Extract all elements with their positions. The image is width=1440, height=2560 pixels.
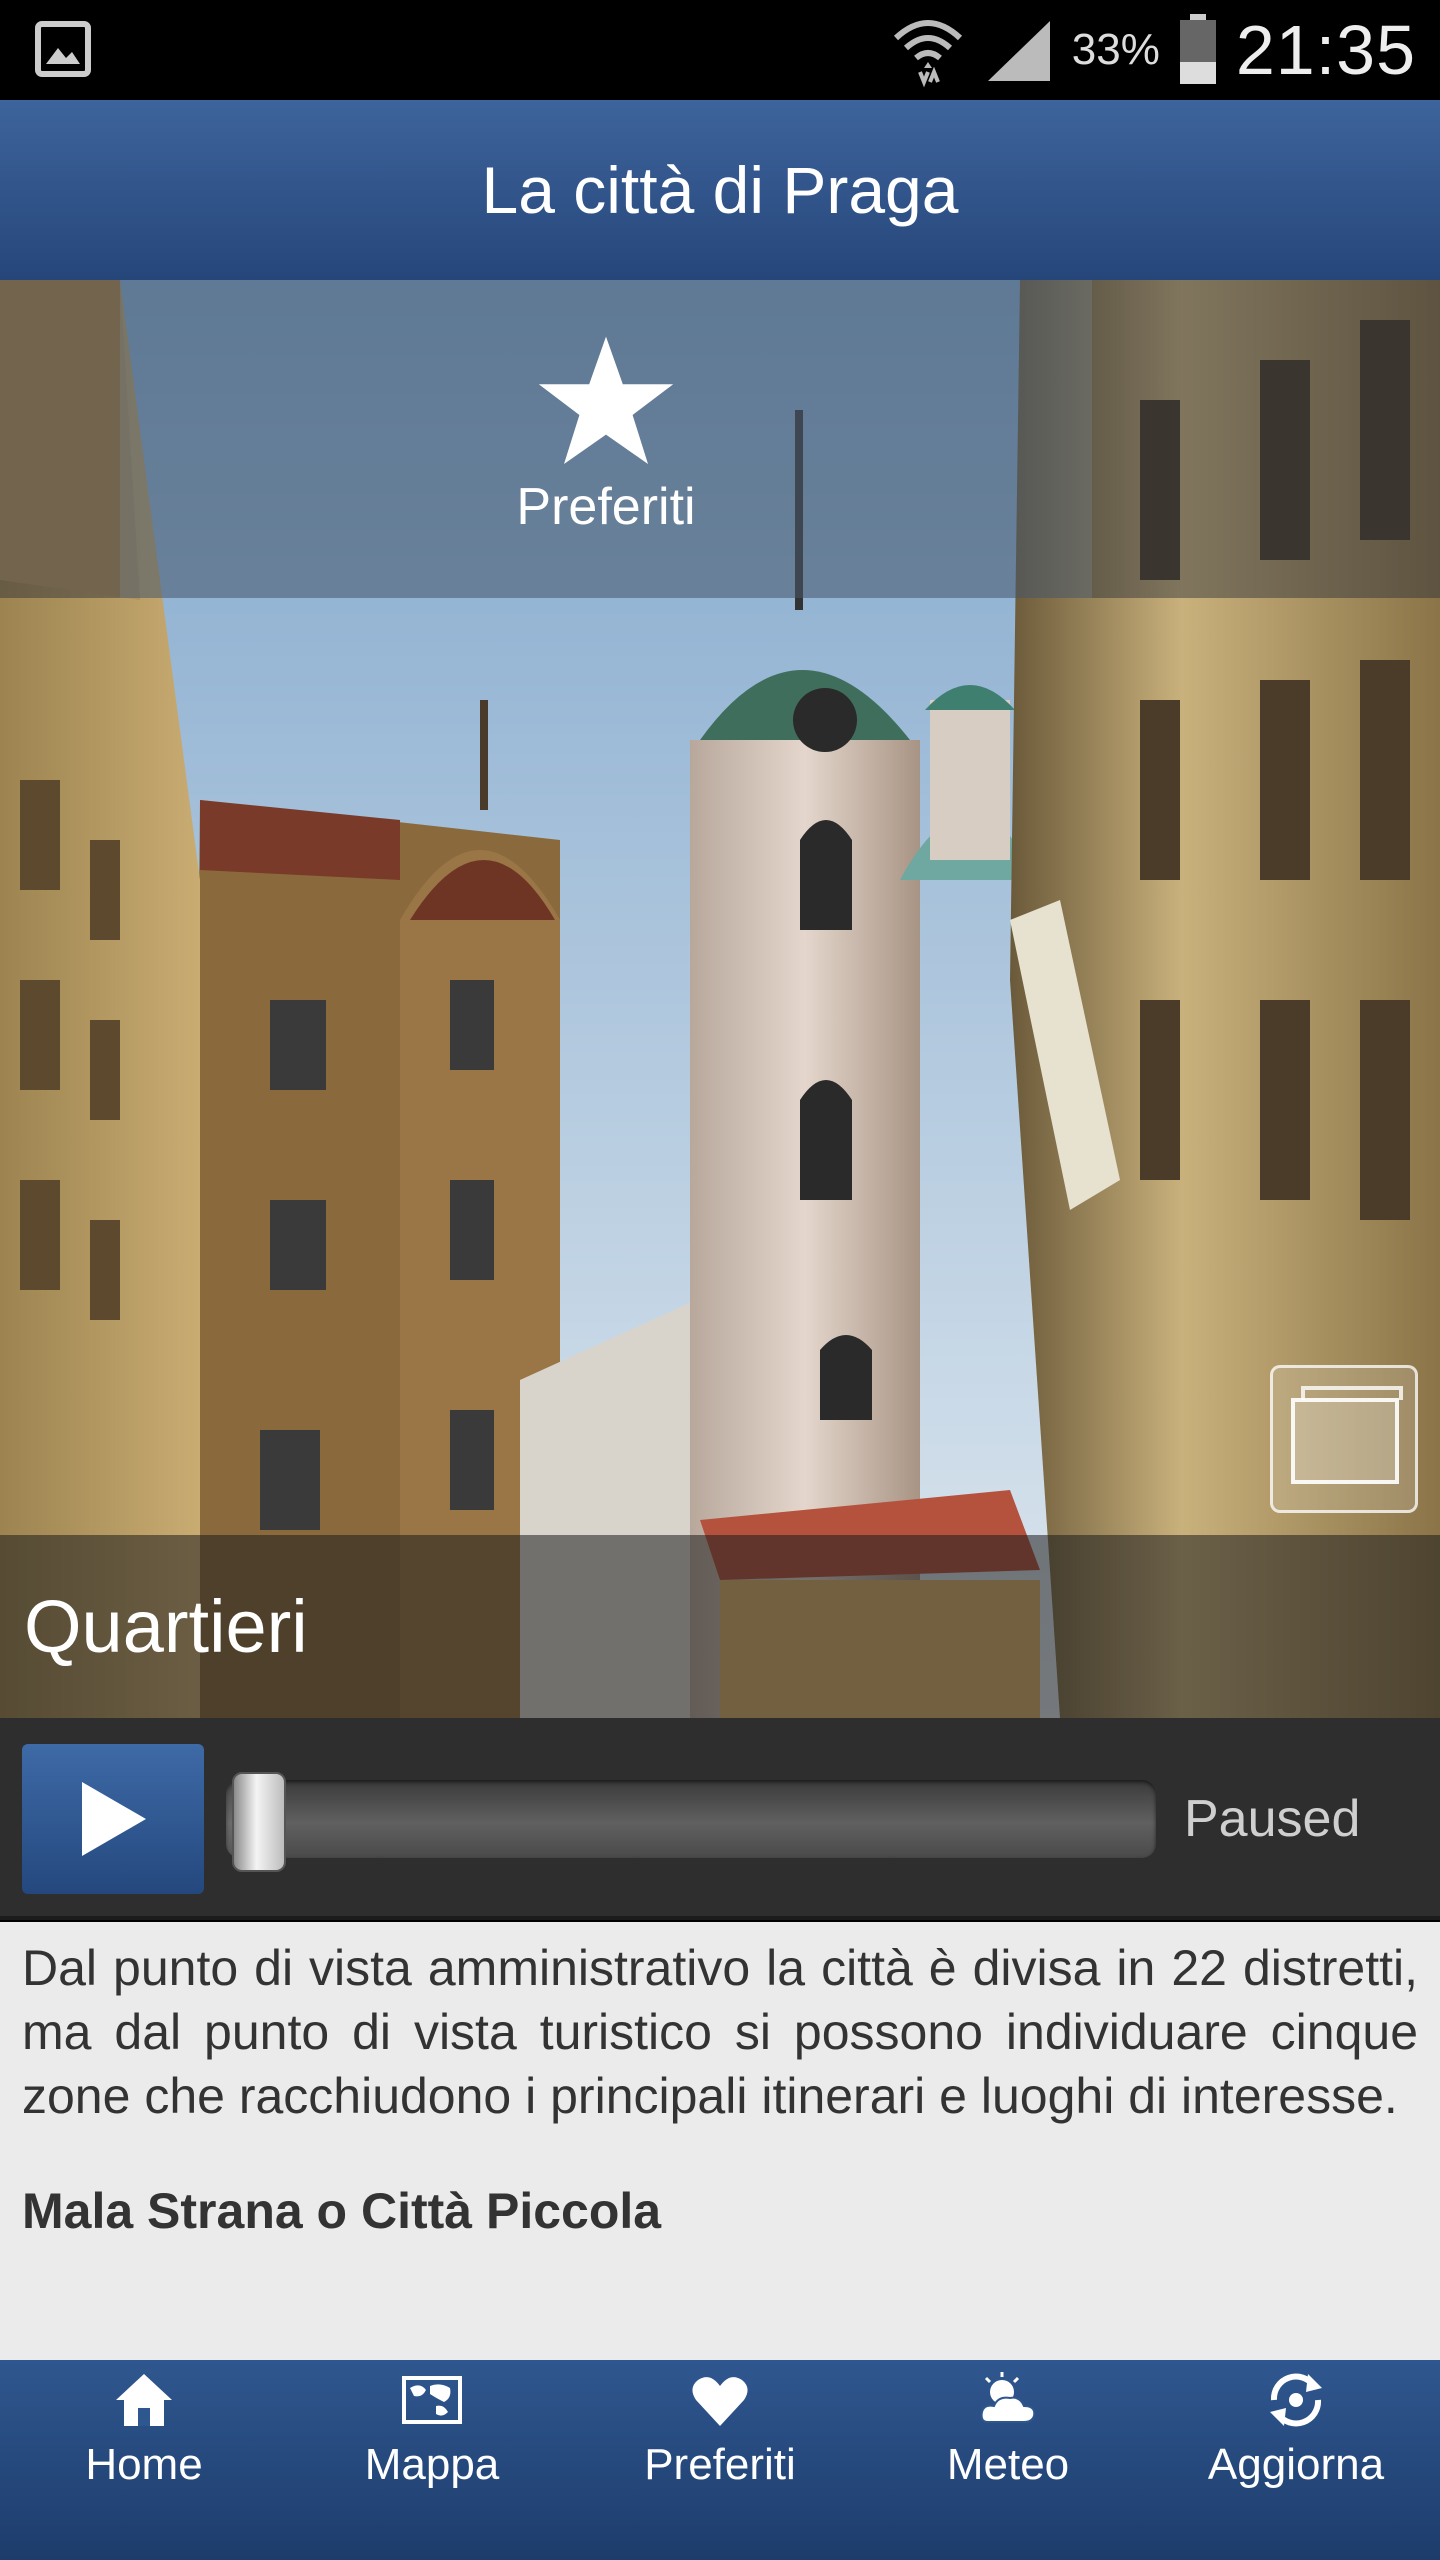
nav-item-map[interactable]: Mappa [288,2360,576,2560]
content-heading: Mala Strana o Città Piccola [22,2183,662,2239]
content-area[interactable]: Dal punto di vista amministrativo la cit… [0,1922,1440,2360]
star-icon [538,336,674,464]
refresh-icon [1270,2373,1322,2427]
progress-slider[interactable] [226,1772,1156,1872]
hero-image: Preferiti Quartieri [0,280,1440,1718]
nav-label-refresh: Aggiorna [1207,2440,1385,2489]
heart-icon [692,2377,748,2426]
section-title: Quartieri [24,1585,308,1668]
clock: 21:35 [1235,11,1416,89]
gallery-button[interactable] [1270,1365,1418,1513]
nav-label-weather: Meteo [946,2440,1070,2489]
battery-percent: 33% [1071,25,1160,74]
weather-icon [980,2372,1036,2423]
audio-player: Paused [0,1718,1440,1920]
signal-icon [987,21,1050,81]
play-icon [82,1782,146,1856]
gallery-icon [1291,1398,1399,1484]
progress-thumb[interactable] [232,1772,286,1872]
content-paragraph: Dal punto di vista amministrativo la cit… [22,1940,1418,2124]
favorites-label: Preferiti [516,478,696,536]
page-title: La città di Praga [481,153,959,227]
favorites-band-edge [1092,280,1440,598]
nav-item-refresh[interactable]: Aggiorna [1152,2360,1440,2560]
nav-item-weather[interactable]: Meteo [864,2360,1152,2560]
app-header: La città di Praga [0,100,1440,280]
battery-icon [1179,14,1216,84]
section-title-band: Quartieri [0,1535,1440,1718]
nav-label-map: Mappa [364,2440,500,2489]
favorites-toggle[interactable]: Preferiti [120,280,1092,598]
map-icon [402,2376,462,2424]
play-button[interactable] [22,1744,204,1894]
bottom-navigation: Home Mappa Preferiti Meteo Aggiorna [0,2360,1440,2560]
nav-label-favorites: Preferiti [644,2440,796,2489]
nav-item-favorites[interactable]: Preferiti [576,2360,864,2560]
home-icon [116,2374,172,2426]
wifi-icon [893,20,962,88]
status-bar: 33% 21:35 [0,0,1440,100]
player-status: Paused [1184,1790,1361,1848]
status-indicators: 33% 21:35 [890,0,1416,100]
nav-item-home[interactable]: Home [0,2360,288,2560]
favorites-band-edge [0,280,120,598]
gallery-notification-icon [35,21,91,77]
nav-label-home: Home [85,2440,203,2489]
